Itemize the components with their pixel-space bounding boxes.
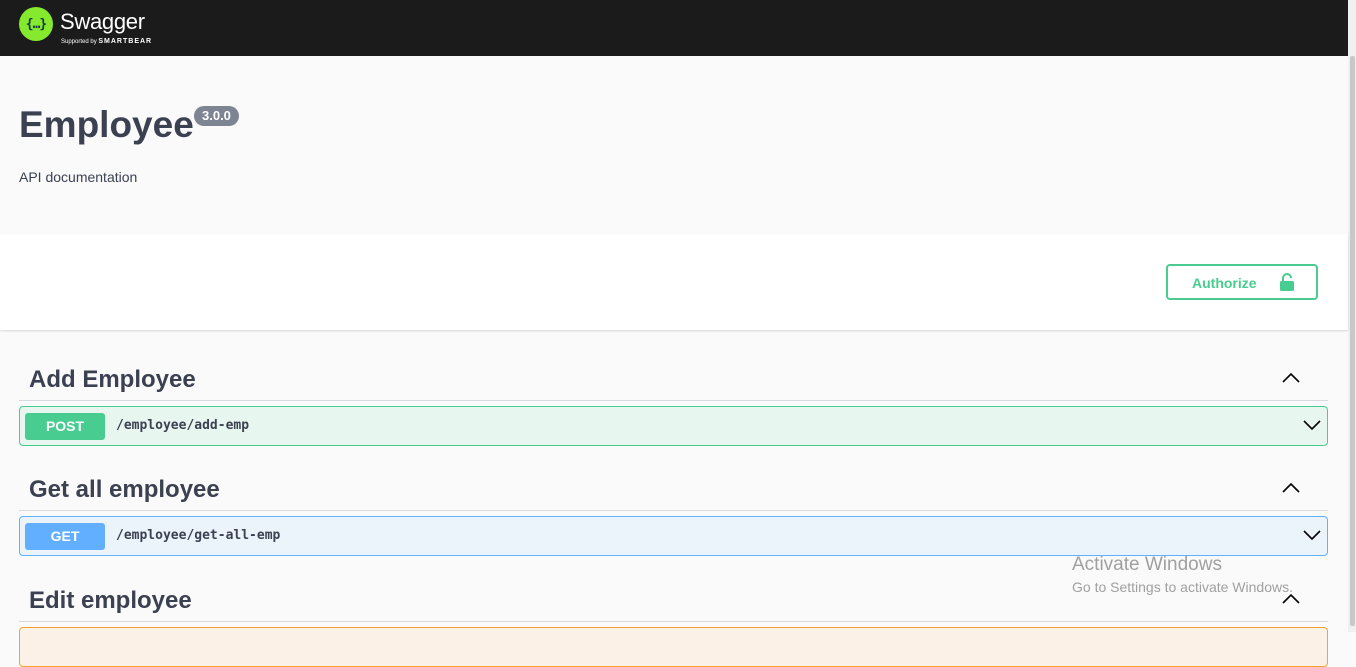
swagger-logo-icon[interactable]: {…} [19,7,53,41]
lock-icon [1279,272,1295,295]
tag-title: Get all employee [29,476,220,503]
opblock-post-add-emp[interactable]: POST /employee/add-emp [19,406,1328,446]
top-bar: {…} Swagger Supported by SMARTBEAR [0,0,1348,56]
watermark-subtitle: Go to Settings to activate Windows. [1072,579,1293,595]
authorize-label: Authorize [1192,275,1257,291]
tag-header-add-employee[interactable]: Add Employee [19,354,1328,401]
api-title: Employee [19,104,194,145]
api-description: API documentation [19,169,138,185]
logo-title[interactable]: Swagger [60,9,145,35]
logo-subtitle: Supported by SMARTBEAR [61,38,152,45]
opblock-put-partial[interactable] [19,627,1328,667]
activate-windows-watermark: Activate Windows Go to Settings to activ… [1072,554,1293,595]
scheme-container: Authorize [0,234,1348,330]
chevron-up-icon[interactable] [1281,370,1301,388]
endpoint-path: /employee/get-all-emp [116,528,281,543]
chevron-down-icon[interactable] [1302,528,1322,546]
chevron-up-icon[interactable] [1281,480,1301,498]
chevron-down-icon[interactable] [1302,418,1322,436]
tag-title: Edit employee [29,587,192,614]
opblock-get-all-emp[interactable]: GET /employee/get-all-emp [19,516,1328,556]
watermark-title: Activate Windows [1072,554,1222,575]
logo-sub-brand: SMARTBEAR [98,38,153,45]
api-info: Employee 3.0.0 API documentation [0,56,1348,234]
tag-header-get-all-employee[interactable]: Get all employee [19,464,1328,511]
method-badge-post: POST [25,413,105,440]
tag-title: Add Employee [29,366,196,393]
authorize-button[interactable]: Authorize [1166,264,1318,300]
version-badge: 3.0.0 [194,106,239,126]
scrollbar-thumb[interactable] [1350,56,1355,626]
logo-sub-prefix: Supported by [61,39,97,45]
endpoint-path: /employee/add-emp [116,418,250,433]
method-badge-get: GET [25,523,105,550]
